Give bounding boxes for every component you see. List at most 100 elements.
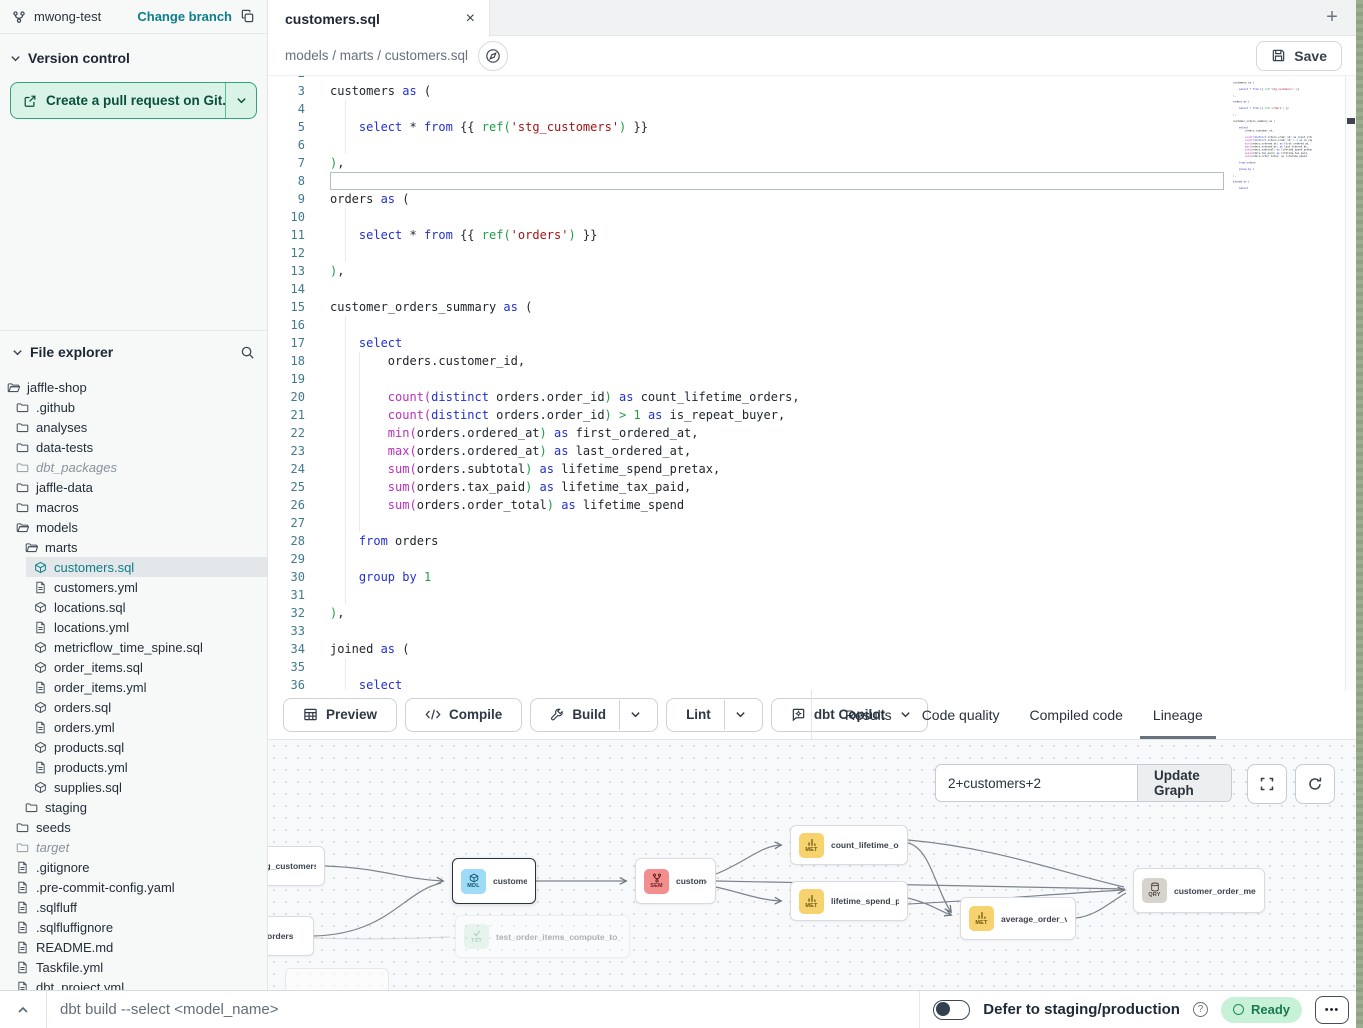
- editor-scrollbar[interactable]: [1345, 76, 1356, 690]
- code-lines[interactable]: 23customers as (45 select * from {{ ref(…: [268, 76, 1356, 690]
- create-pr-button[interactable]: Create a pull request on Git...: [10, 82, 257, 119]
- tree-item-orders.yml[interactable]: orders.yml: [0, 717, 267, 737]
- code-line-15[interactable]: 15customer_orders_summary as (: [268, 298, 1356, 316]
- code-line-5[interactable]: 5 select * from {{ ref('stg_customers') …: [268, 118, 1356, 136]
- code-line-3[interactable]: 3customers as (: [268, 82, 1356, 100]
- tree-item-target[interactable]: target: [0, 837, 267, 857]
- lineage-node-average_order_value[interactable]: METaverage_order_value: [960, 897, 1076, 940]
- code-line-23[interactable]: 23 max(orders.ordered_at) as last_ordere…: [268, 442, 1356, 460]
- build-button[interactable]: Build: [530, 698, 658, 732]
- refresh-button[interactable]: [1295, 764, 1335, 804]
- code-line-20[interactable]: 20 count(distinct orders.order_id) as co…: [268, 388, 1356, 406]
- tab-lineage[interactable]: Lineage: [1153, 690, 1203, 739]
- compile-button[interactable]: Compile: [405, 698, 522, 732]
- tree-item-.sqlfluffignore[interactable]: .sqlfluffignore: [0, 917, 267, 937]
- tree-item-dbt_project.yml[interactable]: dbt_project.yml: [0, 977, 267, 990]
- tree-item-products.sql[interactable]: products.sql: [0, 737, 267, 757]
- tree-item-orders.sql[interactable]: orders.sql: [0, 697, 267, 717]
- more-options-button[interactable]: •••: [1315, 996, 1349, 1024]
- preview-button[interactable]: Preview: [283, 698, 397, 732]
- search-icon[interactable]: [240, 345, 255, 360]
- code-line-21[interactable]: 21 count(distinct orders.order_id) > 1 a…: [268, 406, 1356, 424]
- code-line-28[interactable]: 28 from orders: [268, 532, 1356, 550]
- version-control-header[interactable]: Version control: [10, 46, 257, 70]
- close-icon[interactable]: ×: [466, 10, 475, 28]
- tree-item-staging[interactable]: staging: [0, 797, 267, 817]
- code-line-10[interactable]: 10: [268, 208, 1356, 226]
- compass-icon[interactable]: [478, 41, 508, 71]
- code-line-29[interactable]: 29: [268, 550, 1356, 568]
- tree-item-products.yml[interactable]: products.yml: [0, 757, 267, 777]
- tab-compiled-code[interactable]: Compiled code: [1030, 690, 1123, 739]
- build-main[interactable]: Build: [537, 700, 619, 730]
- tab-customers-sql[interactable]: customers.sql ×: [268, 0, 490, 37]
- code-line-25[interactable]: 25 sum(orders.tax_paid) as lifetime_tax_…: [268, 478, 1356, 496]
- tree-item-supplies.sql[interactable]: supplies.sql: [0, 777, 267, 797]
- code-line-4[interactable]: 4: [268, 100, 1356, 118]
- save-button[interactable]: Save: [1256, 41, 1342, 71]
- tree-item-README.md[interactable]: README.md: [0, 937, 267, 957]
- fullscreen-button[interactable]: [1247, 764, 1287, 804]
- code-line-36[interactable]: 36 select: [268, 676, 1356, 690]
- tree-item-models[interactable]: models: [0, 517, 267, 537]
- tree-item-.gitignore[interactable]: .gitignore: [0, 857, 267, 877]
- lineage-selector-input[interactable]: [936, 765, 1137, 801]
- file-explorer-header[interactable]: File explorer: [0, 337, 267, 367]
- tree-item-.pre-commit-config.yaml[interactable]: .pre-commit-config.yaml: [0, 877, 267, 897]
- tree-item-.github[interactable]: .github: [0, 397, 267, 417]
- code-line-33[interactable]: 33: [268, 622, 1356, 640]
- tree-item-jaffle-shop[interactable]: jaffle-shop: [0, 377, 267, 397]
- tree-item-seeds[interactable]: seeds: [0, 817, 267, 837]
- tree-item-jaffle-data[interactable]: jaffle-data: [0, 477, 267, 497]
- tree-item-locations.sql[interactable]: locations.sql: [0, 597, 267, 617]
- change-branch-link[interactable]: Change branch: [137, 9, 232, 24]
- lineage-node-test_order_items[interactable]: TSTtest_order_items_compute_to_bools...: [455, 915, 630, 958]
- help-icon[interactable]: ?: [1193, 1002, 1208, 1017]
- code-line-12[interactable]: 12: [268, 244, 1356, 262]
- copy-icon[interactable]: [240, 9, 255, 24]
- create-pr-dropdown[interactable]: [226, 83, 256, 118]
- code-line-14[interactable]: 14: [268, 280, 1356, 298]
- code-line-26[interactable]: 26 sum(orders.order_total) as lifetime_s…: [268, 496, 1356, 514]
- tree-item-order_items.sql[interactable]: order_items.sql: [0, 657, 267, 677]
- code-line-27[interactable]: 27: [268, 514, 1356, 532]
- code-line-13[interactable]: 13),: [268, 262, 1356, 280]
- tree-item-locations.yml[interactable]: locations.yml: [0, 617, 267, 637]
- lineage-node-stg_customers[interactable]: MDLstg_customers: [268, 846, 325, 886]
- create-pr-main[interactable]: Create a pull request on Git...: [11, 83, 226, 118]
- code-line-34[interactable]: 34joined as (: [268, 640, 1356, 658]
- scrollbar-thumb[interactable]: [1347, 118, 1355, 124]
- tree-item-data-tests[interactable]: data-tests: [0, 437, 267, 457]
- code-line-32[interactable]: 32),: [268, 604, 1356, 622]
- code-line-31[interactable]: 31: [268, 586, 1356, 604]
- tree-item-order_items.yml[interactable]: order_items.yml: [0, 677, 267, 697]
- lineage-node-customers_semantic[interactable]: SEMcustomers: [635, 858, 716, 904]
- code-line-18[interactable]: 18 orders.customer_id,: [268, 352, 1356, 370]
- new-tab-button[interactable]: +: [1308, 0, 1356, 35]
- tab-code-quality[interactable]: Code quality: [922, 690, 1000, 739]
- lineage-node-count_lifetime_orders[interactable]: METcount_lifetime_orders: [790, 825, 908, 865]
- tree-item-analyses[interactable]: analyses: [0, 417, 267, 437]
- lint-button[interactable]: Lint: [666, 698, 763, 732]
- code-line-24[interactable]: 24 sum(orders.subtotal) as lifetime_spen…: [268, 460, 1356, 478]
- code-line-22[interactable]: 22 min(orders.ordered_at) as first_order…: [268, 424, 1356, 442]
- code-editor[interactable]: 23customers as (45 select * from {{ ref(…: [268, 76, 1356, 690]
- lineage-node-lifetime_spend_pretax[interactable]: METlifetime_spend_pretax: [790, 881, 908, 921]
- tree-item-.sqlfluff[interactable]: .sqlfluff: [0, 897, 267, 917]
- code-line-8[interactable]: 8: [268, 172, 1356, 190]
- code-line-17[interactable]: 17 select: [268, 334, 1356, 352]
- build-dropdown[interactable]: [619, 700, 651, 730]
- code-line-6[interactable]: 6: [268, 136, 1356, 154]
- lineage-panel[interactable]: MDLstg_customersMDLordersMDLcustomersTST…: [268, 740, 1356, 990]
- tree-item-customers.sql[interactable]: customers.sql: [0, 557, 267, 577]
- defer-toggle[interactable]: [933, 1000, 970, 1020]
- tree-item-marts[interactable]: marts: [0, 537, 267, 557]
- tree-item-Taskfile.yml[interactable]: Taskfile.yml: [0, 957, 267, 977]
- tab-results[interactable]: Results: [845, 690, 892, 739]
- code-line-16[interactable]: 16: [268, 316, 1356, 334]
- code-line-19[interactable]: 19: [268, 370, 1356, 388]
- code-line-30[interactable]: 30 group by 1: [268, 568, 1356, 586]
- lineage-node-orders[interactable]: MDLorders: [268, 916, 314, 956]
- expand-panel-icon[interactable]: [0, 1004, 46, 1016]
- code-line-9[interactable]: 9orders as (: [268, 190, 1356, 208]
